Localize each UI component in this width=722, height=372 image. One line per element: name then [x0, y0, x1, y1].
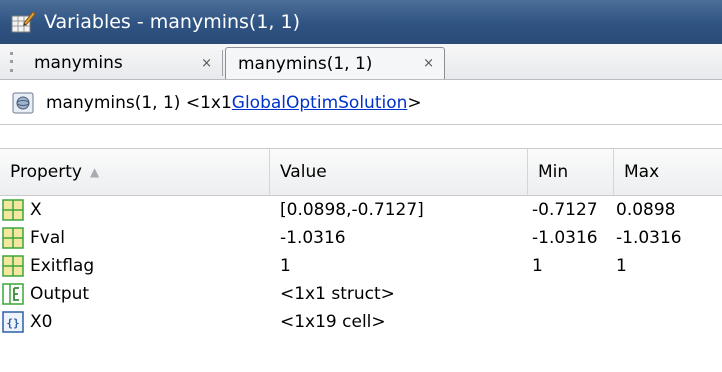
- property-max: [614, 308, 722, 336]
- property-max: -1.0316: [616, 228, 682, 248]
- window-titlebar[interactable]: Variables - manymins(1, 1): [0, 0, 722, 44]
- spacer: [0, 126, 722, 148]
- property-value[interactable]: [0.0898,-0.7127]: [270, 196, 528, 224]
- property-value[interactable]: <1x19 cell>: [270, 308, 528, 336]
- struct-icon: [2, 283, 24, 305]
- property-name: Output: [30, 284, 90, 304]
- descriptor-suffix: >: [407, 92, 422, 113]
- column-header-property[interactable]: Property ▲: [0, 149, 270, 195]
- svg-text:{}: {}: [6, 317, 19, 330]
- tab-manymins-1-1[interactable]: manymins(1, 1) ×: [225, 47, 445, 79]
- property-value[interactable]: <1x1 struct>: [270, 280, 528, 308]
- table-row[interactable]: Exitflag 1 1 1: [0, 252, 722, 280]
- property-value[interactable]: -1.0316: [270, 224, 528, 252]
- class-link[interactable]: GlobalOptimSolution: [232, 93, 408, 113]
- cell-array-icon: {}: [2, 311, 24, 333]
- tab-label: manymins(1, 1): [238, 53, 373, 74]
- document-tabstrip: manymins × manymins(1, 1) ×: [0, 44, 722, 80]
- variable-descriptor: manymins(1, 1) <1x1 GlobalOptimSolution …: [0, 81, 722, 125]
- table-row[interactable]: Output <1x1 struct>: [0, 280, 722, 308]
- property-min: [528, 280, 614, 308]
- table-row[interactable]: {} X0 <1x19 cell>: [0, 308, 722, 336]
- property-max: 0.0898: [616, 200, 676, 220]
- column-header-value[interactable]: Value: [270, 149, 528, 195]
- matrix-icon: [2, 255, 24, 277]
- property-min: [528, 308, 614, 336]
- table-row[interactable]: Fval -1.0316 -1.0316 -1.0316: [0, 224, 722, 252]
- property-min: 1: [532, 256, 543, 276]
- matrix-icon: [2, 227, 24, 249]
- property-name: Fval: [30, 228, 65, 248]
- window-title: Variables - manymins(1, 1): [44, 11, 301, 33]
- tab-manymins[interactable]: manymins ×: [22, 47, 222, 79]
- drag-grip-icon[interactable]: [6, 49, 16, 75]
- property-value[interactable]: 1: [270, 252, 528, 280]
- table-row[interactable]: X [0.0898,-0.7127] -0.7127 0.0898: [0, 196, 722, 224]
- column-header-max[interactable]: Max: [614, 149, 722, 195]
- property-max: 1: [616, 256, 627, 276]
- column-header-min[interactable]: Min: [528, 149, 614, 195]
- sort-ascending-icon: ▲: [89, 165, 100, 179]
- descriptor-prefix: manymins(1, 1) <1x1: [46, 92, 232, 113]
- property-name: Exitflag: [30, 256, 95, 276]
- matrix-icon: [2, 199, 24, 221]
- table-header: Property ▲ Value Min Max: [0, 148, 722, 196]
- object-icon: [12, 92, 34, 113]
- close-icon[interactable]: ×: [201, 56, 212, 71]
- property-table: Property ▲ Value Min Max X [0.0898,-0.71…: [0, 148, 722, 336]
- variables-editor-icon: [11, 11, 36, 33]
- property-name: X0: [30, 312, 53, 332]
- tab-label: manymins: [34, 53, 123, 73]
- property-min: -0.7127: [532, 200, 598, 220]
- property-max: [614, 280, 722, 308]
- tab-divider: [222, 50, 223, 76]
- property-name: X: [30, 200, 42, 220]
- close-icon[interactable]: ×: [423, 56, 434, 71]
- property-min: -1.0316: [532, 228, 598, 248]
